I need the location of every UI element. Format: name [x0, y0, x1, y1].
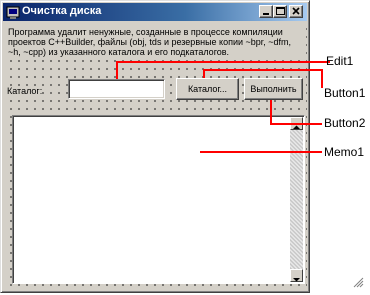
annotation-lines	[116, 61, 330, 153]
button2-callout-line	[270, 100, 322, 125]
button1-annotation: Button1	[324, 86, 366, 100]
memo1-annotation: Memo1	[324, 145, 365, 159]
button2-annotation: Button2	[324, 116, 366, 130]
button1-callout-line	[203, 69, 323, 88]
edit1-annotation: Edit1	[326, 54, 354, 68]
